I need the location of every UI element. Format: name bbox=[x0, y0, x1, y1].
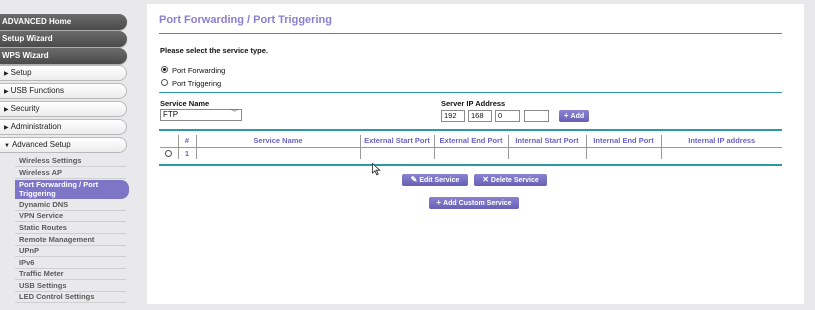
sidebar-section-label: Administration bbox=[10, 122, 62, 131]
row-number: 1 bbox=[178, 147, 197, 159]
sidebar-item-usb-settings[interactable]: USB Settings bbox=[15, 281, 126, 292]
ip-octet-3-input[interactable]: 0 bbox=[495, 110, 520, 122]
mouse-cursor-icon bbox=[372, 163, 381, 176]
ip-octet-2-input[interactable]: 168 bbox=[468, 110, 492, 122]
sidebar: ADVANCED Home Setup Wizard WPS Wizard ▶ S… bbox=[0, 0, 140, 310]
wps-wizard-button[interactable]: WPS Wizard bbox=[0, 48, 127, 64]
row-service-name bbox=[196, 147, 361, 159]
title-divider bbox=[159, 33, 782, 34]
sidebar-section-label: Advanced Setup bbox=[11, 140, 71, 149]
port-triggering-radio[interactable] bbox=[161, 79, 168, 86]
service-name-select[interactable]: FTP ﹀ bbox=[160, 109, 242, 121]
sidebar-section-administration[interactable]: ▶ Administration bbox=[0, 119, 127, 135]
plus-icon: + bbox=[436, 198, 442, 207]
add-custom-service-button[interactable]: + Add Custom Service bbox=[429, 197, 519, 209]
add-button[interactable]: + Add bbox=[559, 110, 589, 122]
caret-right-icon: ▶ bbox=[4, 125, 9, 131]
port-forwarding-radio[interactable] bbox=[161, 66, 168, 73]
sidebar-section-setup[interactable]: ▶ Setup bbox=[0, 65, 127, 81]
main-panel: Port Forwarding / Port Triggering Please… bbox=[147, 4, 804, 304]
edit-service-label: Edit Service bbox=[419, 177, 460, 184]
sidebar-section-label: Security bbox=[10, 104, 40, 113]
pencil-icon: ✎ bbox=[410, 175, 418, 184]
row-internal-end-port bbox=[586, 147, 662, 159]
chevron-down-icon: ﹀ bbox=[231, 110, 238, 117]
table-header-external-end-port: External End Port bbox=[434, 135, 509, 148]
table-header-internal-ip: Internal IP address bbox=[661, 135, 782, 148]
table-header-internal-end-port: Internal End Port bbox=[586, 135, 662, 148]
table-header-select bbox=[160, 135, 179, 148]
sidebar-item-dynamic-dns[interactable]: Dynamic DNS bbox=[15, 200, 126, 211]
row-internal-ip bbox=[661, 147, 782, 159]
row-external-start-port bbox=[360, 147, 435, 159]
service-table: # Service Name External Start Port Exter… bbox=[160, 135, 782, 159]
table-header-internal-start-port: Internal Start Port bbox=[508, 135, 587, 148]
sidebar-item-traffic-meter[interactable]: Traffic Meter bbox=[15, 269, 126, 280]
table-header-number: # bbox=[178, 135, 197, 148]
server-ip-label: Server IP Address bbox=[441, 99, 506, 108]
row-select-radio[interactable] bbox=[165, 150, 173, 158]
caret-down-icon: ▼ bbox=[4, 143, 10, 149]
table-bottom-divider bbox=[159, 164, 782, 166]
sidebar-item-upnp[interactable]: UPnP bbox=[15, 246, 126, 257]
sidebar-item-vpn-service[interactable]: VPN Service bbox=[15, 211, 126, 222]
table-top-divider bbox=[159, 129, 782, 131]
add-button-label: Add bbox=[570, 113, 585, 120]
sidebar-section-advanced-setup[interactable]: ▼ Advanced Setup bbox=[0, 137, 127, 153]
table-row[interactable]: 1 bbox=[160, 147, 782, 159]
edit-service-button[interactable]: ✎ Edit Service bbox=[402, 174, 468, 186]
section-divider bbox=[159, 92, 782, 93]
service-name-value: FTP bbox=[163, 110, 179, 119]
sidebar-item-remote-management[interactable]: Remote Management bbox=[15, 235, 126, 246]
sidebar-section-label: USB Functions bbox=[10, 86, 64, 95]
service-name-label: Service Name bbox=[160, 99, 210, 108]
delete-service-button[interactable]: ✕ Delete Service bbox=[474, 174, 547, 186]
port-triggering-label: Port Triggering bbox=[172, 79, 222, 88]
caret-right-icon: ▶ bbox=[4, 89, 9, 95]
port-forwarding-label: Port Forwarding bbox=[172, 66, 226, 75]
setup-wizard-button[interactable]: Setup Wizard bbox=[0, 31, 127, 47]
table-header-external-start-port: External Start Port bbox=[360, 135, 435, 148]
page-title: Port Forwarding / Port Triggering bbox=[159, 14, 332, 26]
row-internal-start-port bbox=[508, 147, 587, 159]
sidebar-item-static-routes[interactable]: Static Routes bbox=[15, 223, 126, 234]
sidebar-section-usb-functions[interactable]: ▶ USB Functions bbox=[0, 83, 127, 99]
table-header-row: # Service Name External Start Port Exter… bbox=[160, 135, 782, 148]
x-icon: ✕ bbox=[482, 175, 489, 184]
delete-service-label: Delete Service bbox=[490, 177, 539, 184]
table-header-service-name: Service Name bbox=[196, 135, 361, 148]
sidebar-item-wireless-ap[interactable]: Wireless AP bbox=[15, 168, 126, 179]
sidebar-item-led-control-settings[interactable]: LED Control Settings bbox=[15, 292, 126, 303]
row-select-cell[interactable] bbox=[160, 147, 179, 159]
service-type-prompt: Please select the service type. bbox=[160, 46, 268, 55]
add-custom-service-label: Add Custom Service bbox=[443, 200, 512, 207]
sidebar-item-ipv6[interactable]: IPv6 bbox=[15, 258, 126, 269]
ip-octet-4-input[interactable] bbox=[524, 110, 549, 122]
sidebar-section-security[interactable]: ▶ Security bbox=[0, 101, 127, 117]
advanced-home-button[interactable]: ADVANCED Home bbox=[0, 14, 127, 30]
plus-icon: + bbox=[563, 111, 569, 120]
sidebar-item-wireless-settings[interactable]: Wireless Settings bbox=[15, 156, 126, 167]
sidebar-section-label: Setup bbox=[10, 68, 32, 77]
caret-right-icon: ▶ bbox=[4, 71, 9, 77]
ip-octet-1-input[interactable]: 192 bbox=[441, 110, 465, 122]
caret-right-icon: ▶ bbox=[4, 107, 9, 113]
row-external-end-port bbox=[434, 147, 509, 159]
sidebar-item-port-forwarding[interactable]: Port Forwarding / Port Triggering bbox=[15, 180, 129, 199]
